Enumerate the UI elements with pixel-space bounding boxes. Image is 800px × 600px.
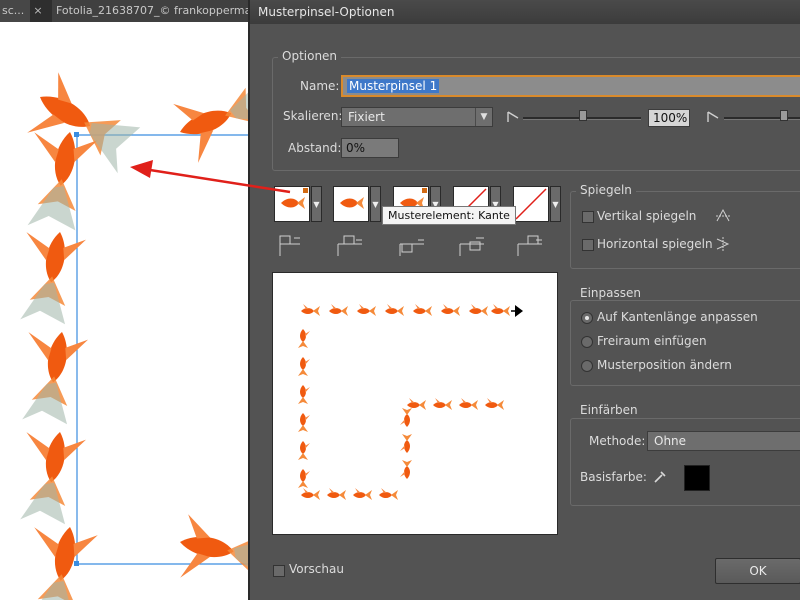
- tile-outer-corner-dropdown[interactable]: ▼: [370, 186, 381, 222]
- document-tab-bar: sc... × Fotolia_21638707_© frankopperman…: [0, 0, 254, 23]
- start-tile-icon: [459, 237, 484, 256]
- fit-legend: Einpassen: [576, 286, 645, 300]
- fit-add-space-radio[interactable]: [581, 336, 593, 348]
- scale-label: Skalieren:: [283, 109, 343, 123]
- tile-side[interactable]: [274, 186, 310, 222]
- pattern-brush-options-dialog: Musterpinsel-Optionen Optionen Name: Mus…: [248, 0, 800, 600]
- mirror-group: [570, 191, 800, 269]
- scale-mode-value: Fixiert: [348, 110, 385, 124]
- goldfish-frame-artwork: [11, 70, 250, 600]
- eyedropper-icon[interactable]: [652, 469, 668, 485]
- spacing-input[interactable]: 0%: [341, 138, 399, 158]
- horizontal-mirror-checkbox[interactable]: [582, 239, 594, 251]
- dialog-title-bar[interactable]: Musterpinsel-Optionen: [250, 0, 800, 24]
- key-color-label: Basisfarbe:: [580, 470, 647, 484]
- artboard-canvas[interactable]: [0, 22, 250, 600]
- goldfish-tile-icon: [340, 197, 364, 209]
- mirror-legend: Spiegeln: [576, 183, 636, 197]
- scale-mode-select[interactable]: Fixiert ▼: [341, 107, 493, 127]
- key-color-swatch[interactable]: [684, 465, 710, 491]
- method-value: Ohne: [654, 434, 687, 448]
- scale-slider-thumb-2[interactable]: [780, 110, 788, 121]
- horizontal-mirror-label: Horizontal spiegeln: [597, 237, 713, 251]
- spacing-label: Abstand:: [288, 141, 342, 155]
- method-select[interactable]: Ohne: [647, 431, 800, 451]
- end-tile-icon: [517, 235, 542, 256]
- preview-label: Vorschau: [289, 562, 344, 576]
- fit-approximate-radio[interactable]: [581, 360, 593, 372]
- vertical-mirror-icon: [716, 208, 730, 222]
- document-tab-active[interactable]: Fotolia_21638707_© frankoppermann: [52, 0, 254, 22]
- vertical-mirror-label: Vertikal spiegeln: [597, 209, 697, 223]
- preview-checkbox[interactable]: [273, 565, 285, 577]
- colorize-legend: Einfärben: [576, 403, 642, 417]
- tile-marker: [422, 188, 427, 193]
- inner-corner-tile-icon: [399, 239, 424, 256]
- fit-approximate-label: Musterposition ändern: [597, 358, 732, 372]
- no-tile-icon: [515, 188, 547, 220]
- tile-outer-corner[interactable]: [333, 186, 369, 222]
- close-icon[interactable]: ×: [31, 0, 45, 22]
- name-input[interactable]: Musterpinsel 1: [341, 75, 800, 97]
- document-tab[interactable]: sc...: [0, 0, 30, 22]
- ok-button[interactable]: OK: [715, 558, 800, 584]
- dialog-title: Musterpinsel-Optionen: [258, 5, 395, 19]
- tile-tooltip: Musterelement: Kante: [382, 206, 516, 225]
- tile-side-dropdown[interactable]: ▼: [311, 186, 322, 222]
- method-label: Methode:: [589, 434, 646, 448]
- scale-pin-icon: [507, 111, 519, 122]
- fit-add-space-label: Freiraum einfügen: [597, 334, 707, 348]
- scale-value-field[interactable]: 100%: [648, 109, 690, 127]
- vertical-mirror-checkbox[interactable]: [582, 211, 594, 223]
- scale-slider-track-2[interactable]: [724, 117, 800, 120]
- name-label: Name:: [300, 79, 340, 93]
- tile-end-dropdown[interactable]: ▼: [550, 186, 561, 222]
- side-tile-icon: [337, 235, 362, 256]
- scale-slider-thumb[interactable]: [579, 110, 587, 121]
- brush-preview: [272, 272, 558, 535]
- fit-stretch-radio[interactable]: [581, 312, 593, 324]
- chevron-down-icon: ▼: [475, 108, 492, 126]
- fit-stretch-label: Auf Kantenlänge anpassen: [597, 310, 758, 324]
- tile-marker: [303, 188, 308, 193]
- name-input-value: Musterpinsel 1: [347, 79, 440, 93]
- scale-pin-icon: [707, 111, 719, 122]
- tile-end[interactable]: [513, 186, 549, 222]
- horizontal-mirror-icon: [716, 237, 730, 251]
- outer-corner-tile-icon: [279, 235, 300, 256]
- goldfish-stroke-preview: [298, 304, 523, 500]
- options-legend: Optionen: [278, 49, 342, 63]
